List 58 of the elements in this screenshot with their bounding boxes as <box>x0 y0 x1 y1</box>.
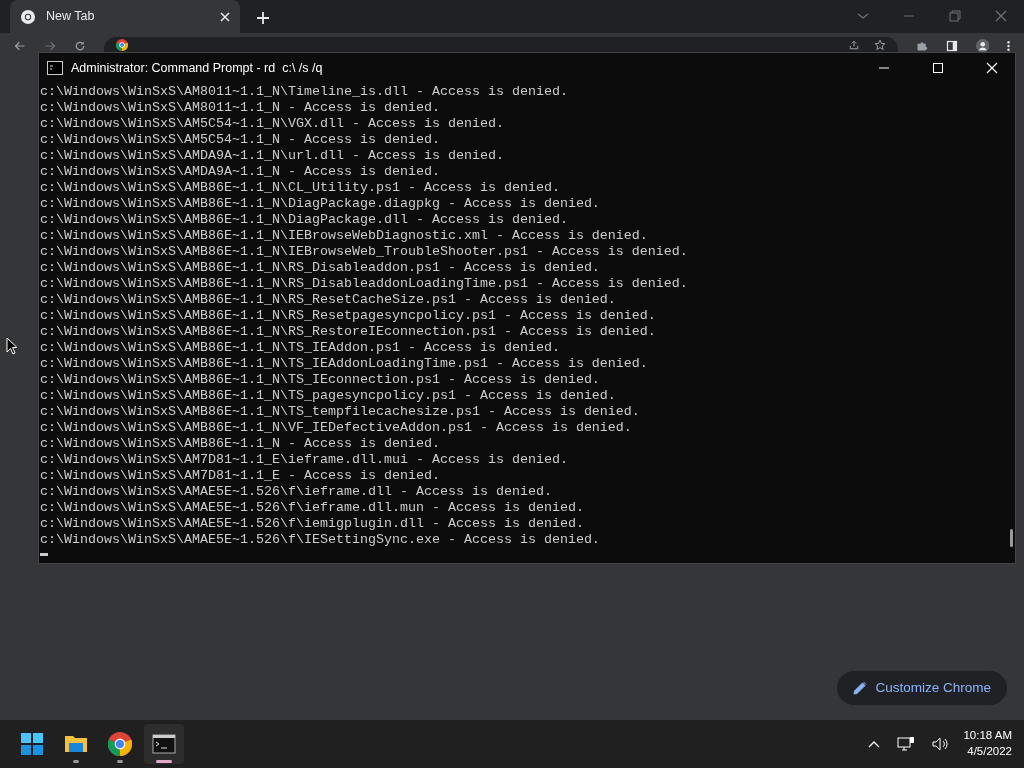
console-line: c:\Windows\WinSxS\AMAE5E~1.526\f\iemigplugin.dll - Access is denied. <box>40 516 585 532</box>
console-line: c:\Windows\WinSxS\AMB86E~1.1_N\CL_Utility.ps1 - Access is denied. <box>40 180 561 196</box>
console-line: c:\Windows\WinSxS\AMDA9A~1.1_N - Access is denied. <box>40 164 441 180</box>
star-icon[interactable] <box>873 38 886 51</box>
chrome-logo-icon <box>20 8 36 25</box>
console-line: c:\Windows\WinSxS\AMAE5E~1.526\f\ieframe.dll.mun - Access is denied. <box>40 500 585 516</box>
side-panel-icon[interactable] <box>945 40 958 52</box>
back-icon[interactable] <box>14 40 26 52</box>
console-line: c:\Windows\WinSxS\AMB86E~1.1_N\TS_tempfilecachesize.ps1 - Access is denied. <box>40 404 641 420</box>
pencil-icon <box>853 681 868 695</box>
console-line: c:\Windows\WinSxS\AMB86E~1.1_N\RS_ResetCacheSize.ps1 - Access is denied. <box>40 292 617 308</box>
console-line: c:\Windows\WinSxS\AMB86E~1.1_N\TS_IEAddonLoadingTime.ps1 - Access is denied. <box>40 356 649 372</box>
reload-icon[interactable] <box>74 40 86 52</box>
console-line: c:\Windows\WinSxS\AM7D81~1.1_E - Access is denied. <box>40 468 441 484</box>
close-icon[interactable] <box>220 11 230 22</box>
console-line: c:\Windows\WinSxS\AMB86E~1.1_N\RS_Disableaddon.ps1 - Access is denied. <box>40 260 601 276</box>
browser-tab[interactable]: New Tab <box>10 0 240 33</box>
console-line: c:\Windows\WinSxS\AM8011~1.1_N\Timeline_is.dll - Access is denied. <box>40 84 569 100</box>
share-icon[interactable] <box>847 38 860 51</box>
console-line: c:\Windows\WinSxS\AM8011~1.1_N - Access is denied. <box>40 100 441 116</box>
maximize-icon[interactable] <box>932 62 944 74</box>
console-line: c:\Windows\WinSxS\AMB86E~1.1_N\RS_RestoreIEconnection.ps1 - Access is denied. <box>40 324 657 340</box>
volume-icon[interactable] <box>931 736 950 752</box>
console-line: c:\Windows\WinSxS\AMB86E~1.1_N\RS_Resetpagesyncpolicy.ps1 - Access is denied. <box>40 308 657 324</box>
console-line: c:\Windows\WinSxS\AMB86E~1.1_N\TS_IEconnection.ps1 - Access is denied. <box>40 372 601 388</box>
console-line: c:\Windows\WinSxS\AMB86E~1.1_N - Access is denied. <box>40 436 441 452</box>
console-line: c:\Windows\WinSxS\AMB86E~1.1_N\DiagPackage.dll - Access is denied. <box>40 212 569 228</box>
console-line: c:\Windows\WinSxS\AMAE5E~1.526\f\ieframe.dll - Access is denied. <box>40 484 553 500</box>
console-line: c:\Windows\WinSxS\AMDA9A~1.1_N\url.dll - Access is denied. <box>40 148 505 164</box>
console-line: c:\Windows\WinSxS\AM7D81~1.1_E\ieframe.dll.mui - Access is denied. <box>40 452 569 468</box>
network-icon[interactable] <box>897 736 916 752</box>
puzzle-icon[interactable] <box>915 40 928 52</box>
google-logo-icon <box>116 38 128 51</box>
console-line: c:\Windows\WinSxS\AM5C54~1.1_N\VGX.dll - Access is denied. <box>40 116 505 132</box>
console-line: c:\Windows\WinSxS\AMB86E~1.1_N\TS_IEAddon.ps1 - Access is denied. <box>40 340 561 356</box>
start-icon <box>20 732 44 756</box>
console-icon <box>47 61 63 75</box>
console-line: c:\Windows\WinSxS\AMB86E~1.1_N\IEBrowseWebDiagnostic.xml - Access is denied. <box>40 228 649 244</box>
mouse-cursor-icon <box>6 337 18 355</box>
restore-icon[interactable] <box>947 8 963 24</box>
console-line: c:\Windows\WinSxS\AM5C54~1.1_N - Access is denied. <box>40 132 441 148</box>
console-line: c:\Windows\WinSxS\AMB86E~1.1_N\IEBrowseWeb_TroubleShooter.ps1 - Access is denied. <box>40 244 689 260</box>
menu-icon[interactable] <box>1007 40 1010 52</box>
console-line: c:\Windows\WinSxS\AMB86E~1.1_N\RS_DisableaddonLoadingTime.ps1 - Access is denied. <box>40 276 689 292</box>
customize-chrome-button[interactable]: Customize Chrome <box>837 671 1007 705</box>
terminal-icon <box>152 732 176 756</box>
console-line: c:\Windows\WinSxS\AMAE5E~1.526\f\IESettingSync.exe - Access is denied. <box>40 532 601 548</box>
profile-icon[interactable] <box>975 38 989 52</box>
console-line: c:\Windows\WinSxS\AMB86E~1.1_N\TS_pagesyncpolicy.ps1 - Access is denied. <box>40 388 617 404</box>
text-cursor <box>40 553 48 556</box>
new-tab-button[interactable] <box>256 11 270 25</box>
window-title: Administrator: Command Prompt - rd c:\ /s /q <box>71 59 324 77</box>
console-line: c:\Windows\WinSxS\AMB86E~1.1_N\VF_IEDefectiveAddon.ps1 - Access is denied. <box>40 420 633 436</box>
clock[interactable]: 10:18 AM 4/5/2022 <box>963 728 1012 760</box>
chrome-logo-icon <box>108 732 132 756</box>
taskbar-button[interactable] <box>144 724 184 764</box>
scrollbar-thumb[interactable] <box>1010 529 1013 547</box>
console-line: c:\Windows\WinSxS\AMB86E~1.1_N\DiagPackage.diagpkg - Access is denied. <box>40 196 601 212</box>
